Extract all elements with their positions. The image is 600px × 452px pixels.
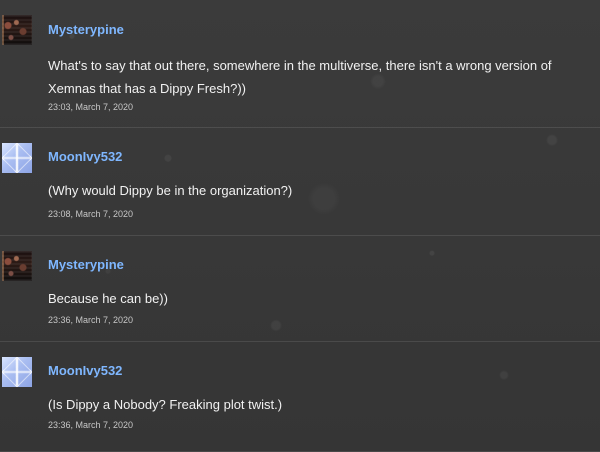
comment-message: Because he can be)) [48, 291, 168, 306]
mysterypine-avatar-icon[interactable] [2, 251, 32, 281]
comment-item: MoonIvy532 (Is Dippy a Nobody? Freaking … [0, 342, 600, 452]
comment-item: Mysterypine Because he can be)) 23:36, M… [0, 236, 600, 342]
comment-author[interactable]: MoonIvy532 [48, 149, 122, 165]
comment-timestamp: 23:03, March 7, 2020 [48, 102, 134, 112]
moonivy532-avatar-icon[interactable] [2, 143, 32, 173]
comment-message: (Is Dippy a Nobody? Freaking plot twist.… [48, 397, 283, 412]
comment-list: Mysterypine What's to say that out there… [0, 0, 600, 452]
comment-timestamp: 23:36, March 7, 2020 [48, 420, 134, 430]
comment-timestamp: 23:36, March 7, 2020 [48, 315, 134, 325]
comment-timestamp: 23:08, March 7, 2020 [48, 209, 134, 219]
comment-author[interactable]: Mysterypine [48, 22, 124, 38]
comment-message: What's to say that out there, somewhere … [48, 58, 552, 96]
comment-message: (Why would Dippy be in the organization?… [48, 183, 293, 198]
mysterypine-avatar-icon[interactable] [2, 15, 32, 45]
comment-author[interactable]: Mysterypine [48, 257, 124, 273]
comment-author[interactable]: MoonIvy532 [48, 363, 122, 379]
comment-item: Mysterypine What's to say that out there… [0, 0, 600, 128]
comment-item: MoonIvy532 (Why would Dippy be in the or… [0, 128, 600, 236]
moonivy532-avatar-icon[interactable] [2, 357, 32, 387]
